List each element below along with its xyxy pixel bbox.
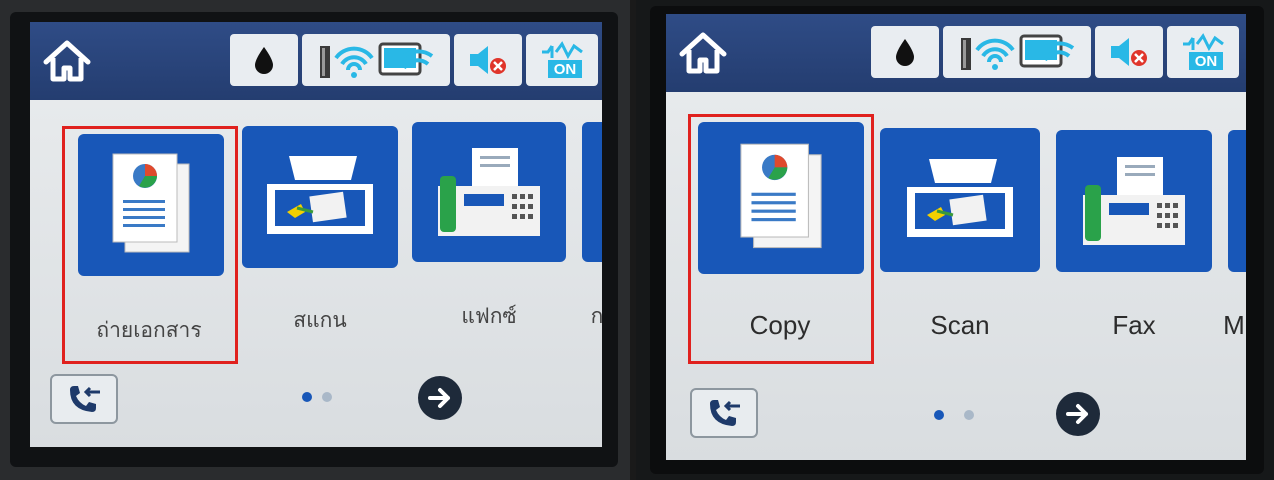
- fax-tile[interactable]: [1056, 130, 1212, 272]
- next-tile[interactable]: [582, 122, 602, 262]
- main-menu: ถ่ายเอกสาร สแกน แฟกซ์ ก: [30, 100, 602, 447]
- next-page-button[interactable]: [418, 376, 462, 420]
- sound-muted-icon: [1111, 38, 1147, 66]
- scan-tile-label: Scan: [930, 310, 990, 340]
- right-photo: ON Copy Scan Fax M: [636, 0, 1274, 480]
- next-tile[interactable]: [1228, 130, 1246, 272]
- highlight-box: [62, 126, 238, 364]
- home-icon: [679, 32, 727, 74]
- scan-tile[interactable]: [880, 128, 1040, 272]
- wifi-router-icon: [961, 38, 1015, 70]
- home-icon: [43, 40, 91, 82]
- page-dot-1: [302, 392, 312, 402]
- lcd-screen-thai: ON ถ่ายเอกสาร สแกน แฟกซ์ ก: [30, 22, 602, 447]
- next-tile-label: ก: [590, 305, 602, 328]
- page-dot-2: [964, 410, 974, 420]
- ink-drop-icon: [255, 47, 273, 74]
- status-bar: ON: [30, 22, 602, 100]
- fax-tile-label: แฟกซ์: [461, 305, 517, 328]
- network-status-button[interactable]: [943, 26, 1091, 78]
- scanner-icon: [907, 159, 1013, 237]
- phone-callback-icon: [70, 386, 100, 412]
- eco-status-button[interactable]: ON: [526, 34, 598, 86]
- fax-tile[interactable]: [412, 122, 566, 262]
- network-status-button[interactable]: [302, 34, 450, 86]
- eco-mode-icon: ON: [542, 41, 583, 78]
- eco-mode-icon: ON: [1183, 33, 1224, 70]
- lcd-screen-english: ON Copy Scan Fax M: [666, 14, 1246, 460]
- next-tile-label: M: [1223, 310, 1245, 340]
- fax-icon: [438, 148, 540, 236]
- home-button[interactable]: [672, 26, 734, 80]
- fax-redial-button[interactable]: [690, 388, 758, 438]
- eco-status-button[interactable]: ON: [1167, 26, 1239, 78]
- page-dot-1: [934, 410, 944, 420]
- left-photo: ON ถ่ายเอกสาร สแกน แฟกซ์ ก: [0, 0, 630, 480]
- page-dot-2: [322, 392, 332, 402]
- arrow-right-icon: [1066, 404, 1088, 424]
- sound-status-button[interactable]: [454, 34, 522, 86]
- wifi-router-icon: [320, 46, 374, 78]
- scan-tile-label: สแกน: [293, 309, 347, 332]
- fax-icon: [1083, 157, 1185, 245]
- home-button[interactable]: [36, 34, 98, 88]
- ink-status-button[interactable]: [871, 26, 939, 78]
- scanner-icon: [267, 156, 373, 234]
- eco-on-label: ON: [1195, 53, 1218, 70]
- next-page-button[interactable]: [1056, 392, 1100, 436]
- wifi-direct-icon: [1019, 34, 1075, 68]
- ink-status-button[interactable]: [230, 34, 298, 86]
- status-bar: ON: [666, 14, 1246, 92]
- sound-muted-icon: [470, 46, 506, 74]
- highlight-box: [688, 114, 874, 364]
- phone-callback-icon: [710, 400, 740, 426]
- main-menu: Copy Scan Fax M: [666, 92, 1246, 460]
- sound-status-button[interactable]: [1095, 26, 1163, 78]
- wifi-direct-icon: [378, 42, 434, 76]
- fax-redial-button[interactable]: [50, 374, 118, 424]
- fax-tile-label: Fax: [1112, 310, 1156, 340]
- ink-drop-icon: [896, 39, 914, 66]
- scan-tile[interactable]: [242, 126, 398, 268]
- eco-on-label: ON: [554, 61, 577, 78]
- arrow-right-icon: [428, 388, 450, 408]
